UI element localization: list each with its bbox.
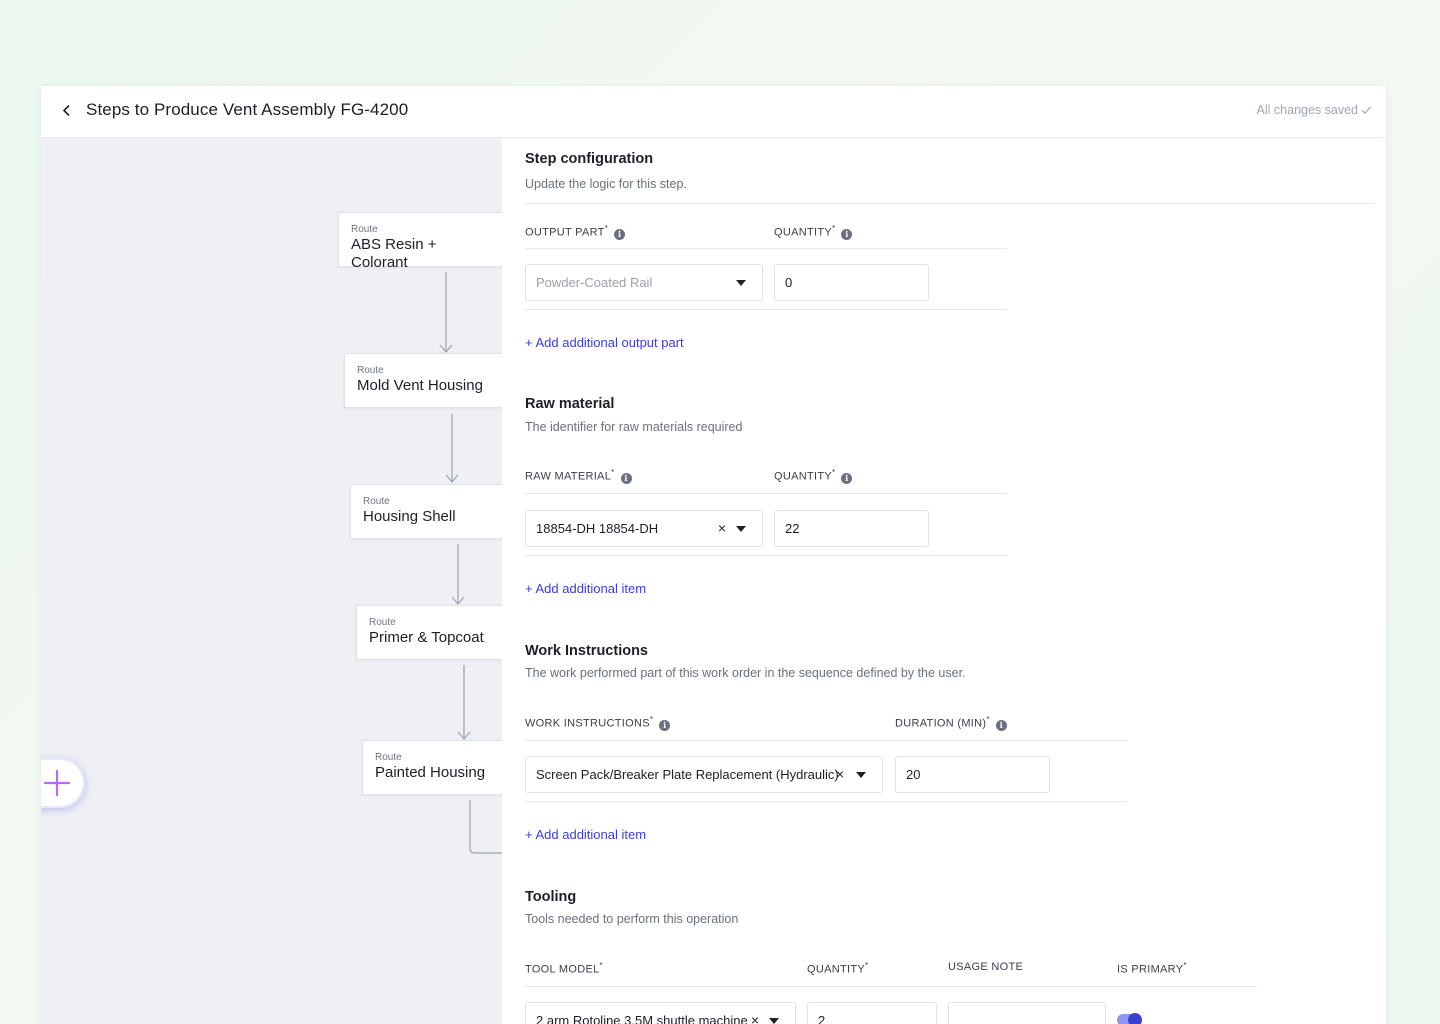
check-icon [1361,106,1371,114]
raw-quantity-input[interactable]: 22 [774,510,929,547]
work-instruction-select[interactable]: Screen Pack/Breaker Plate Replacement (H… [525,756,883,793]
divider [525,248,1007,249]
info-icon[interactable]: i [841,472,853,484]
raw-quantity-label-text: QUANTITY [774,470,833,483]
divider [525,986,1257,987]
divider [525,740,1127,741]
app-window: Steps to Produce Vent Assembly FG-4200 A… [41,86,1386,1024]
info-icon[interactable]: i [620,472,632,484]
node-name: Primer & Topcoat [369,629,484,646]
duration-label: DURATION (MIN)*i [895,715,1007,731]
quantity-label-text: QUANTITY [774,226,833,239]
tooling-title: Tooling [525,889,577,905]
is-primary-label-text: IS PRIMARY [1117,963,1184,976]
duration-input[interactable]: 20 [895,756,1050,793]
node-kicker: Route [375,752,402,763]
raw-material-label: RAW MATERIAL*i [525,468,632,484]
flow-node[interactable]: Route Primer & Topcoat [356,605,508,660]
flow-node[interactable]: Route Housing Shell [350,484,508,539]
flow-arrow [445,414,459,483]
divider [525,555,1007,556]
tool-quantity-label: QUANTITY* [807,961,869,976]
chevron-down-icon[interactable] [769,1018,779,1024]
add-output-part-link[interactable]: + Add additional output part [525,335,684,350]
chevron-down-icon[interactable] [736,526,746,532]
divider [525,801,1127,802]
clear-icon[interactable]: × [751,1003,759,1024]
usage-note-label: USAGE NOTE [948,961,1024,973]
output-part-label-text: OUTPUT PART [525,226,605,239]
is-primary-toggle[interactable] [1117,1013,1142,1024]
info-icon[interactable]: i [841,228,853,240]
is-primary-label: IS PRIMARY* [1117,961,1187,976]
raw-material-select[interactable]: 18854-DH 18854-DH × [525,510,763,547]
divider [525,309,1007,310]
node-kicker: Route [351,224,378,235]
chevron-down-icon[interactable] [736,280,746,286]
flow-connector [469,800,506,854]
tool-quantity-input[interactable]: 2 [807,1002,937,1024]
output-part-placeholder: Powder-Coated Rail [536,275,653,290]
info-icon[interactable]: i [995,719,1007,731]
node-name: Mold Vent Housing [357,377,483,394]
flow-arrow [451,544,465,605]
page-title: Steps to Produce Vent Assembly FG-4200 [86,100,409,119]
node-kicker: Route [363,496,390,507]
tool-model-select[interactable]: 2 arm Rotoline 3.5M shuttle machine × [525,1002,796,1024]
step-config-subtitle: Update the logic for this step. [525,177,687,191]
node-name: Painted Housing [375,764,486,781]
work-instructions-label-text: WORK INSTRUCTIONS [525,717,650,730]
raw-material-label-text: RAW MATERIAL [525,470,612,483]
info-icon[interactable]: i [659,719,671,731]
flow-canvas[interactable]: Route ABS Resin + Colorant Route Mold Ve… [41,138,508,1024]
tool-model-label: TOOL MODEL* [525,961,603,976]
save-status: All changes saved [1256,103,1358,117]
work-instructions-title: Work Instructions [525,643,648,659]
back-button[interactable] [59,101,75,121]
raw-quantity-label: QUANTITY*i [774,468,853,484]
add-step-button[interactable] [41,758,85,808]
clear-icon[interactable]: × [718,511,726,546]
tool-model-value: 2 arm Rotoline 3.5M shuttle machine [536,1013,748,1024]
tool-quantity-label-text: QUANTITY [807,963,866,976]
flow-node[interactable]: Route ABS Resin + Colorant [338,212,508,271]
output-quantity-input[interactable]: 0 [774,264,929,301]
toggle-knob [1128,1013,1142,1024]
add-work-instruction-link[interactable]: + Add additional item [525,827,646,842]
tooling-subtitle: Tools needed to perform this operation [525,912,739,926]
clear-icon[interactable]: × [836,757,844,792]
raw-material-subtitle: The identifier for raw materials require… [525,420,743,434]
add-raw-material-link[interactable]: + Add additional item [525,581,646,596]
output-part-select[interactable]: Powder-Coated Rail [525,264,763,301]
plus-icon [43,769,71,797]
flow-arrow [457,665,471,740]
node-name: Housing Shell [363,508,456,525]
usage-note-input[interactable] [948,1002,1106,1024]
quantity-label: QUANTITY*i [774,224,853,240]
duration-label-text: DURATION (MIN) [895,717,987,730]
work-instruction-value: Screen Pack/Breaker Plate Replacement (H… [536,767,839,782]
divider [525,493,1007,494]
node-kicker: Route [369,617,396,628]
node-name: ABS Resin + Colorant [351,236,437,271]
tool-model-label-text: TOOL MODEL [525,963,600,976]
flow-node[interactable]: Route Mold Vent Housing [344,353,508,408]
chevron-left-icon [63,105,70,116]
work-instructions-subtitle: The work performed part of this work ord… [525,666,966,680]
raw-material-title: Raw material [525,396,615,412]
chevron-down-icon[interactable] [856,772,866,778]
step-config-title: Step configuration [525,151,654,167]
output-part-label: OUTPUT PART*i [525,224,626,240]
raw-material-value: 18854-DH 18854-DH [536,521,659,536]
node-kicker: Route [357,365,384,376]
work-instructions-label: WORK INSTRUCTIONS*i [525,715,671,731]
flow-node[interactable]: Route Painted Housing [362,740,508,795]
step-config-panel: Step configuration Update the logic for … [502,138,1386,1024]
flow-arrow [439,272,453,353]
divider [525,203,1374,204]
page-header: Steps to Produce Vent Assembly FG-4200 A… [41,86,1386,138]
info-icon[interactable]: i [614,228,626,240]
